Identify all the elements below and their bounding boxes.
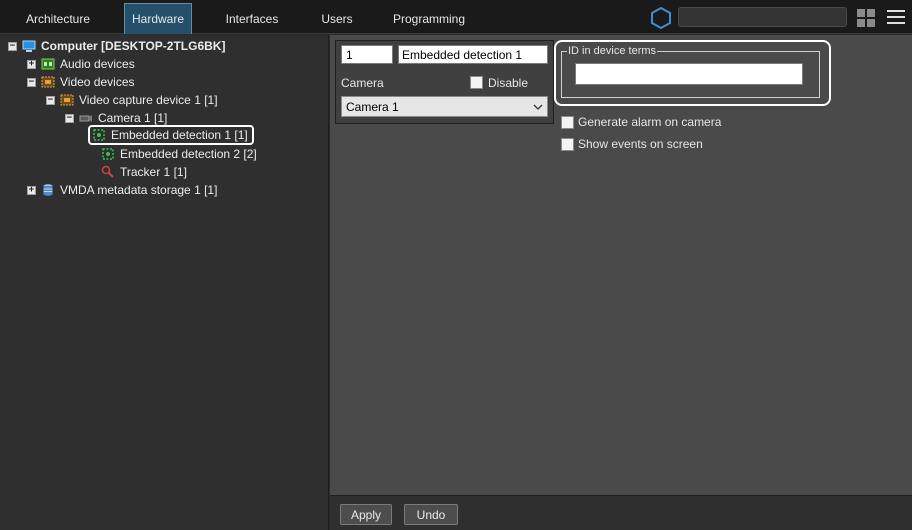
collapse-icon[interactable]: − [27,77,36,87]
tree-item-vmda-storage[interactable]: + VMDA metadata storage 1 [1] [27,181,218,199]
camera-select[interactable]: Camera 1 [341,96,548,117]
tree-item-label: Embedded detection 1 [1] [111,128,248,142]
hamburger-menu-icon[interactable] [886,8,906,26]
tree-item-tracker[interactable]: Tracker 1 [1] [101,163,188,181]
tree-item-label: Tracker 1 [1] [120,165,187,179]
tab-hardware[interactable]: Hardware [124,3,192,34]
camera-select-value: Camera 1 [346,99,399,114]
camera-icon [79,115,92,122]
tab-users[interactable]: Users [312,3,362,34]
detection-zone-icon [102,148,114,160]
object-id-field[interactable] [341,45,393,64]
audio-board-icon [41,58,55,70]
tab-interfaces[interactable]: Interfaces [216,3,288,34]
chevron-down-icon [533,104,543,110]
video-board-icon [41,76,55,88]
apply-button[interactable]: Apply [340,504,392,525]
id-in-device-terms-label: ID in device terms [567,45,658,57]
collapse-icon[interactable]: − [8,41,17,51]
tree-item-embedded-detection-1[interactable]: Embedded detection 1 [1] [88,125,254,145]
generate-alarm-checkbox[interactable] [561,116,574,129]
tree-item-label: Audio devices [60,57,135,71]
search-input[interactable] [678,7,847,27]
top-nav-bar: Architecture Hardware Interfaces Users P… [0,0,912,34]
tree-item-computer[interactable]: − Computer [DESKTOP-2TLG6BK] [8,37,226,55]
tree-item-label: Embedded detection 2 [2] [120,147,257,161]
tree-item-label: Video capture device 1 [1] [79,93,218,107]
tree-item-label: Video devices [60,75,135,89]
detection-zone-icon [93,129,105,141]
tracker-icon [101,165,114,178]
tab-architecture[interactable]: Architecture [14,3,102,34]
tree-item-video-devices[interactable]: − Video devices [27,73,136,91]
disable-checkbox[interactable] [470,76,483,89]
tree-item-label: VMDA metadata storage 1 [1] [60,183,218,197]
undo-button[interactable]: Undo [404,504,458,525]
collapse-icon[interactable]: − [65,113,74,123]
generate-alarm-label: Generate alarm on camera [578,115,722,129]
object-name-field[interactable] [398,45,548,64]
expand-icon[interactable]: + [27,185,36,195]
tree-item-label: Computer [DESKTOP-2TLG6BK] [41,39,226,53]
tree-item-audio-devices[interactable]: + Audio devices [27,55,136,73]
computer-icon [22,40,36,52]
disable-label: Disable [488,76,529,90]
layout-grid-icon[interactable] [856,8,876,28]
tab-programming[interactable]: Programming [388,3,470,34]
tree-item-embedded-detection-2[interactable]: Embedded detection 2 [2] [101,145,258,163]
show-events-label: Show events on screen [578,137,703,151]
hexagon-logo-icon[interactable] [649,6,673,30]
collapse-icon[interactable]: − [46,95,55,105]
expand-icon[interactable]: + [27,59,36,69]
tree-item-label: Camera 1 [1] [98,111,168,125]
id-in-device-terms-input[interactable] [575,63,803,85]
show-events-checkbox[interactable] [561,138,574,151]
tree-item-video-capture-device[interactable]: − Video capture device 1 [1] [46,91,219,109]
camera-label: Camera [341,76,384,90]
database-icon [43,184,53,196]
capture-card-icon [60,94,74,106]
